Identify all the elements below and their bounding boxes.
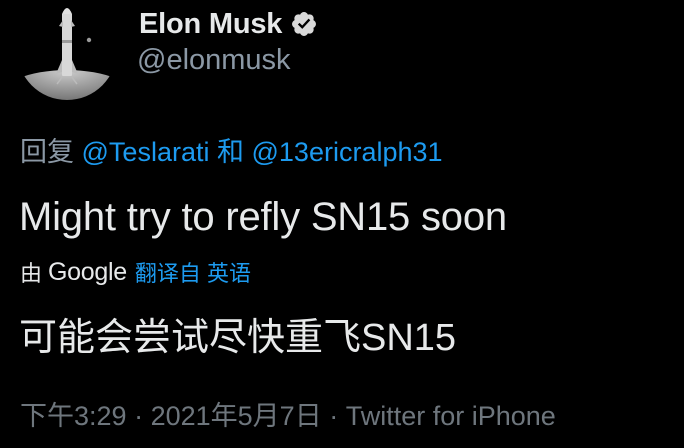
translation-by-label: 由 bbox=[20, 261, 43, 286]
translated-from-link[interactable]: 翻译自 英语 bbox=[135, 256, 251, 288]
translated-tweet-text: 可能会尝试尽快重飞SN15 bbox=[19, 317, 457, 359]
author-handle[interactable]: @elonmusk bbox=[137, 44, 291, 77]
meta-separator: · bbox=[329, 401, 339, 431]
tweet-date[interactable]: 2021年5月7日 bbox=[151, 401, 322, 431]
reply-conjunction: 和 bbox=[216, 137, 244, 167]
author-name-row[interactable]: Elon Musk bbox=[139, 4, 318, 44]
mention-link-teslarati[interactable]: @Teslarati bbox=[82, 137, 210, 167]
tweet-time[interactable]: 下午3:29 bbox=[20, 401, 127, 431]
tweet-text: Might try to refly SN15 soon bbox=[19, 195, 507, 239]
reply-context: 回复 @Teslarati 和 @13ericralph31 bbox=[20, 130, 443, 169]
translation-attribution: 由 Google 翻译自 英语 bbox=[20, 256, 251, 288]
starship-on-moon-avatar-icon bbox=[17, 0, 117, 100]
mention-link-13ericralph31[interactable]: @13ericralph31 bbox=[252, 137, 443, 167]
tweet-metadata: 下午3:29 · 2021年5月7日 · Twitter for iPhone bbox=[20, 394, 556, 433]
display-name[interactable]: Elon Musk bbox=[139, 8, 282, 41]
tweet-detail: Elon Musk @elonmusk 回复 @Teslarati 和 @13e… bbox=[0, 0, 684, 448]
avatar[interactable] bbox=[17, 0, 117, 100]
tweet-source[interactable]: Twitter for iPhone bbox=[346, 401, 556, 431]
google-logo-icon: Google bbox=[48, 257, 127, 286]
meta-separator: · bbox=[134, 401, 144, 431]
reply-prefix: 回复 bbox=[20, 137, 74, 167]
verified-badge-icon bbox=[290, 10, 318, 38]
